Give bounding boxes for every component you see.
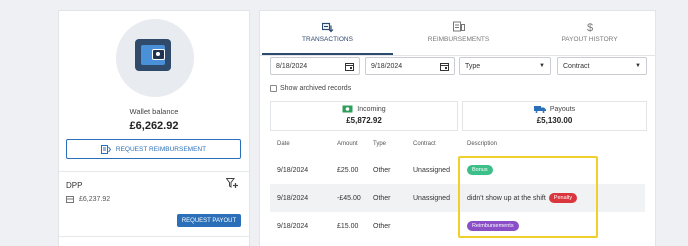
wallet-balance-label: Wallet balance	[129, 107, 179, 116]
svg-text:$: $	[586, 22, 592, 33]
transactions-icon	[321, 22, 333, 33]
payouts-stat: Payouts £5,130.00	[462, 101, 647, 131]
checkbox-box[interactable]	[270, 85, 277, 92]
column-header-date: Date	[277, 141, 290, 147]
cell-description: Reimbursements	[467, 212, 519, 240]
wallet-balance-value: £6,262.92	[129, 120, 179, 132]
column-header-amount: Amount	[337, 141, 358, 147]
receipt-icon	[100, 144, 111, 154]
incoming-stat: Incoming £5,872.92	[270, 101, 458, 131]
cell-date: 9/18/2024	[277, 166, 309, 174]
cell-amount: £15.00	[337, 222, 359, 230]
caret-down-icon: ▼	[539, 63, 545, 69]
cell-type: Other	[373, 166, 391, 174]
cell-type: Other	[373, 194, 391, 202]
show-archived-label: Show archived records	[280, 85, 352, 92]
calendar-icon[interactable]	[345, 62, 354, 71]
payouts-label: Payouts	[549, 105, 576, 113]
type-select-value: Type	[465, 62, 481, 70]
column-header-description: Description	[467, 141, 498, 147]
cell-amount: -£45.00	[337, 194, 361, 202]
tabs-divider	[260, 55, 655, 56]
request-payout-button[interactable]: REQUEST PAYOUT	[177, 214, 241, 227]
show-archived-checkbox[interactable]: Show archived records	[270, 85, 351, 92]
incoming-value: £5,872.92	[346, 116, 382, 125]
cell-date: 9/18/2024	[277, 222, 309, 230]
tab-transactions-label: TRANSACTIONS	[302, 36, 353, 43]
caret-down-icon: ▼	[635, 63, 641, 69]
type-select[interactable]: Type ▼	[459, 57, 551, 75]
bonus-badge: Bonus	[467, 165, 493, 175]
column-header-type: Type	[373, 141, 387, 147]
table-row[interactable]: 9/18/2024 £15.00 Other Reimbursements	[270, 212, 645, 240]
date-from-field[interactable]: 8/18/2024	[270, 57, 360, 75]
tab-transactions[interactable]: TRANSACTIONS	[262, 17, 393, 53]
tab-payout-history[interactable]: $ PAYOUT HISTORY	[524, 17, 655, 53]
dpp-title: DPP	[66, 181, 83, 190]
cash-icon	[342, 105, 353, 113]
contract-select[interactable]: Contract ▼	[557, 57, 647, 75]
dpp-amount-value: £6,237.92	[79, 196, 111, 203]
payouts-value: £5,130.00	[536, 116, 573, 125]
description-text: didn't show up at the shift	[467, 194, 546, 202]
wallet-panel: Wallet balance £6,262.92 REQUEST REIMBUR…	[58, 10, 250, 246]
incoming-label: Incoming	[357, 105, 386, 113]
transactions-panel: TRANSACTIONS REIMBURSEMENTS $ PAYOUT HIS…	[259, 10, 656, 246]
dollar-icon: $	[586, 22, 592, 33]
tab-reimbursements[interactable]: REIMBURSEMENTS	[393, 17, 524, 53]
cell-date: 9/18/2024	[277, 194, 309, 202]
request-reimbursement-button[interactable]: REQUEST REIMBURSEMENT	[66, 139, 241, 159]
contract-select-value: Contract	[563, 62, 590, 70]
cell-contract: Unassigned	[413, 194, 450, 202]
cell-description: didn't show up at the shift Penalty	[467, 184, 578, 212]
tab-payout-history-label: PAYOUT HISTORY	[561, 36, 618, 43]
calendar-icon[interactable]	[440, 62, 449, 71]
cell-contract: Unassigned	[413, 166, 450, 174]
divider	[59, 236, 249, 237]
penalty-badge: Penalty	[548, 193, 578, 203]
date-from-value: 8/18/2024	[276, 62, 308, 70]
dpp-amount: £6,237.92	[66, 196, 110, 203]
request-reimbursement-label: REQUEST REIMBURSEMENT	[115, 145, 207, 153]
cell-description: Bonus	[467, 156, 493, 184]
table-row[interactable]: 9/18/2024 £25.00 Other Unassigned Bonus	[270, 156, 645, 184]
filter-add-icon[interactable]	[226, 178, 238, 189]
reimbursements-icon	[452, 21, 465, 32]
date-to-value: 9/18/2024	[371, 62, 403, 70]
tab-reimbursements-label: REIMBURSEMENTS	[427, 36, 490, 43]
truck-icon	[533, 106, 546, 113]
cell-amount: £25.00	[337, 166, 359, 174]
reimbursements-badge: Reimbursements	[467, 221, 519, 231]
table-row[interactable]: 9/18/2024 -£45.00 Other Unassigned didn'…	[270, 184, 645, 212]
divider	[59, 171, 249, 172]
date-to-field[interactable]: 9/18/2024	[365, 57, 455, 75]
cell-type: Other	[373, 222, 391, 230]
wallet-icon	[116, 19, 194, 97]
column-header-contract: Contract	[413, 141, 436, 147]
bank-icon	[66, 196, 74, 203]
